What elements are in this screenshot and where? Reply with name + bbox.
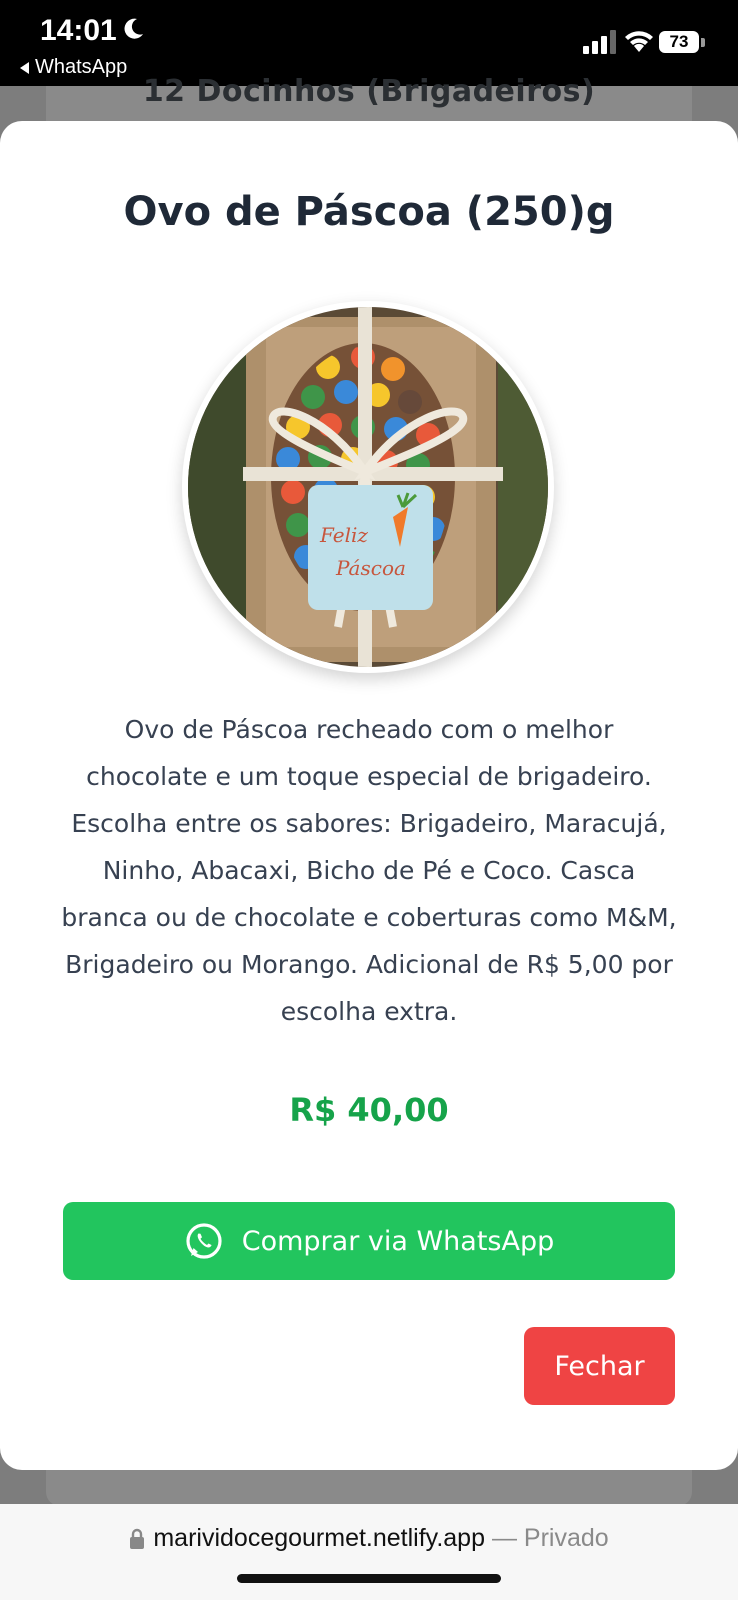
- back-arrow-icon: [20, 61, 29, 74]
- tag-text-feliz: Feliz: [319, 523, 368, 547]
- url-separator: —: [491, 1524, 517, 1552]
- battery-indicator: 73: [659, 31, 707, 55]
- product-description: Ovo de Páscoa recheado com o melhor choc…: [61, 715, 677, 1026]
- moon-icon: [124, 18, 143, 39]
- battery-tip: [701, 38, 705, 47]
- product-image: Feliz Páscoa: [182, 301, 554, 673]
- product-price: R$ 40,00: [289, 1091, 449, 1129]
- lock-icon: [130, 1529, 145, 1550]
- page-url: marividocegourmet.netlify.app: [153, 1524, 485, 1552]
- url-row: marividocegourmet.netlify.app — Privado: [0, 1524, 738, 1553]
- tag-text-pascoa: Páscoa: [335, 556, 406, 580]
- whatsapp-icon: [186, 1223, 222, 1259]
- home-indicator[interactable]: [237, 1574, 501, 1583]
- private-mode-label: Privado: [523, 1524, 609, 1552]
- background-product-title: 12 Docinhos (Brigadeiros): [142, 74, 596, 109]
- close-button-label: Fechar: [554, 1350, 645, 1382]
- battery-level: 73: [659, 31, 699, 53]
- buy-via-whatsapp-button[interactable]: Comprar via WhatsApp: [63, 1202, 675, 1280]
- buy-button-label: Comprar via WhatsApp: [241, 1225, 555, 1257]
- easter-egg-photo: Feliz Páscoa: [188, 307, 548, 667]
- cellular-signal-icon: [583, 30, 616, 54]
- browser-address-bar[interactable]: marividocegourmet.netlify.app — Privado: [0, 1504, 738, 1600]
- wifi-icon: [625, 31, 653, 52]
- status-time: 14:01: [40, 14, 117, 47]
- product-modal: Ovo de Páscoa (250)g Feliz Páscoa Ovo de…: [0, 121, 738, 1470]
- close-button[interactable]: Fechar: [524, 1327, 675, 1405]
- product-title: Ovo de Páscoa (250)g: [123, 189, 615, 235]
